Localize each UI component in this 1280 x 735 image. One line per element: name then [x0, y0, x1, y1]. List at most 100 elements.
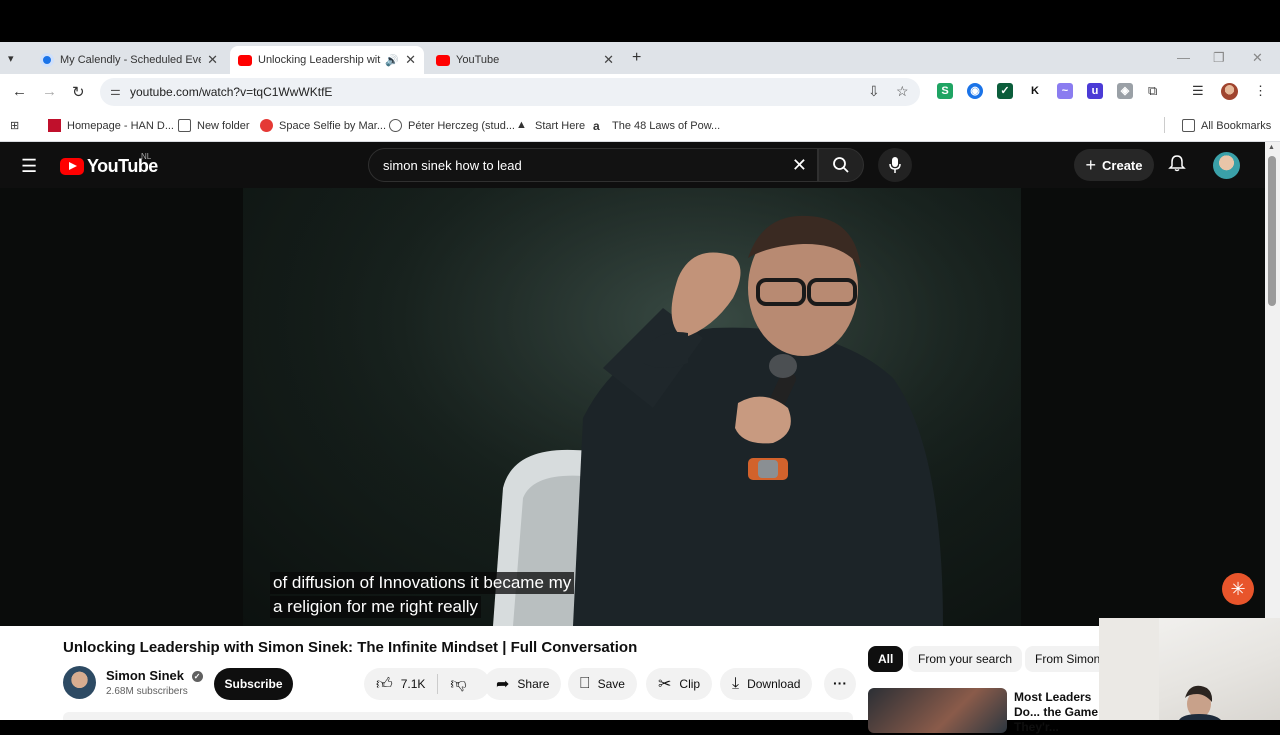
bookmark-start-here[interactable]: ▲ Start Here	[516, 119, 585, 132]
extension-icon[interactable]: ◈	[1117, 83, 1133, 99]
bookmarks-bar: ⊞ Homepage - HAN D... New folder Space S…	[0, 110, 1280, 142]
account-avatar[interactable]	[1213, 152, 1240, 179]
close-tab-icon[interactable]: ✕	[603, 52, 614, 68]
more-menu-icon[interactable]: ⋮	[1254, 83, 1267, 99]
profile-avatar[interactable]	[1221, 83, 1238, 100]
download-label: Download	[747, 677, 801, 691]
clip-label: Clip	[679, 677, 701, 691]
tab-youtube-home[interactable]: YouTube ✕	[428, 46, 622, 74]
search-icon	[833, 157, 849, 173]
tab-strip: ▾ My Calendly - Scheduled Events ✕ Unloc…	[0, 42, 1280, 74]
tab-search-chevron-icon[interactable]: ▾	[8, 52, 14, 65]
youtube-header: ☰ YouTube NL simon sinek how to lead ✕ +…	[0, 142, 1265, 188]
all-bookmarks[interactable]: All Bookmarks	[1182, 119, 1271, 132]
like-button[interactable]: 👍︎ 7.1K	[364, 668, 437, 700]
apps-grid-icon[interactable]: ⊞	[10, 119, 19, 132]
search-box[interactable]: simon sinek how to lead ✕	[368, 148, 818, 182]
clip-button[interactable]: ✂ Clip	[646, 668, 713, 700]
verified-badge-icon: ✓	[191, 671, 203, 682]
restore-icon[interactable]: ❐	[1213, 50, 1225, 66]
voice-search-button[interactable]	[878, 148, 912, 182]
tab-title: YouTube	[456, 54, 500, 66]
search-input[interactable]: simon sinek how to lead	[383, 158, 522, 173]
bookmark-label: The 48 Laws of Pow...	[612, 119, 721, 132]
site-info-icon[interactable]: ⚌	[110, 84, 121, 98]
folder-icon	[1182, 119, 1195, 132]
extension-icon[interactable]: ~	[1057, 83, 1073, 99]
search-button[interactable]	[818, 148, 864, 182]
download-button[interactable]: ⤓ Download	[720, 668, 813, 700]
tab-title: Unlocking Leadership with Simon Sinek	[258, 54, 381, 66]
bookmark-star-icon[interactable]: ☆	[896, 83, 909, 100]
amazon-icon: a	[593, 119, 600, 133]
channel-name[interactable]: Simon Sinek	[106, 668, 184, 683]
close-window-icon[interactable]: ✕	[1252, 50, 1263, 66]
scroll-up-arrow-icon[interactable]: ▲	[1268, 144, 1275, 151]
floating-assistant-button[interactable]: ✳	[1222, 573, 1254, 605]
channel-name-row[interactable]: Simon Sinek ✓	[106, 668, 203, 683]
minimize-icon[interactable]: —	[1177, 50, 1190, 65]
han-icon	[48, 119, 61, 132]
close-tab-icon[interactable]: ✕	[405, 52, 416, 68]
extensions-puzzle-icon[interactable]: ⧉	[1148, 83, 1157, 99]
save-button[interactable]: ⎕ Save	[568, 668, 637, 700]
bookmark-new-folder[interactable]: New folder	[178, 119, 250, 132]
webcam-person-illustration	[1099, 618, 1221, 720]
share-button[interactable]: ➦ Share	[484, 668, 562, 700]
extension-icon[interactable]: u	[1087, 83, 1103, 99]
extension-icon[interactable]: K	[1027, 83, 1043, 99]
bookmark-48-laws[interactable]: a The 48 Laws of Pow...	[593, 119, 721, 133]
notifications-bell-icon[interactable]	[1168, 154, 1186, 177]
bookmark-han[interactable]: Homepage - HAN D...	[48, 119, 174, 132]
close-tab-icon[interactable]: ✕	[207, 52, 218, 68]
back-icon[interactable]: ←	[12, 83, 27, 100]
subscriber-count: 2.68M subscribers	[106, 686, 188, 697]
reload-icon[interactable]: ↻	[72, 83, 85, 101]
country-code: NL	[141, 152, 152, 161]
chip-from-simon[interactable]: From Simon	[1025, 646, 1111, 672]
youtube-page: ☰ YouTube NL simon sinek how to lead ✕ +…	[0, 142, 1265, 720]
youtube-logo[interactable]: YouTube NL	[60, 152, 158, 177]
caption-line: of diffusion of Innovations it became my	[270, 572, 575, 594]
screen-top-letterbox	[0, 0, 1280, 42]
video-title: Unlocking Leadership with Simon Sinek: T…	[63, 639, 638, 656]
webcam-overlay	[1099, 618, 1280, 720]
forward-icon[interactable]: →	[42, 83, 57, 100]
subscribe-button[interactable]: Subscribe	[214, 668, 293, 700]
media-controls-icon[interactable]: ☰	[1192, 83, 1204, 99]
recommendation-thumbnail[interactable]	[868, 688, 1007, 733]
create-label: Create	[1102, 157, 1143, 173]
video-frame[interactable]	[243, 188, 1021, 626]
clear-search-icon[interactable]: ✕	[792, 155, 807, 176]
tab-calendly[interactable]: My Calendly - Scheduled Events ✕	[32, 46, 226, 74]
video-scene-illustration	[243, 188, 1021, 626]
dislike-button[interactable]: 👎︎	[438, 668, 478, 700]
new-tab-button[interactable]: +	[632, 49, 641, 67]
install-app-icon[interactable]: ⇩	[868, 83, 880, 100]
like-dislike-group: 👍︎ 7.1K 👎︎	[364, 668, 490, 700]
calendly-favicon-icon	[40, 53, 54, 67]
address-bar[interactable]: ⚌ youtube.com/watch?v=tqC1WwWKtfE ⇩ ☆	[100, 78, 920, 106]
folder-icon	[178, 119, 191, 132]
tab-title: My Calendly - Scheduled Events	[60, 54, 201, 66]
chip-from-your-search[interactable]: From your search	[908, 646, 1023, 672]
more-actions-button[interactable]: ···	[824, 668, 856, 700]
url-text[interactable]: youtube.com/watch?v=tqC1WwWKtfE	[130, 85, 332, 99]
recommendation-title[interactable]: Most Leaders Do... the Game They'r...	[1014, 690, 1100, 735]
chip-all[interactable]: All	[868, 646, 904, 672]
bookmark-label: Péter Herczeg (stud...	[408, 119, 515, 132]
bookmark-space-selfie[interactable]: Space Selfie by Mar...	[260, 119, 386, 132]
scrollbar-thumb[interactable]	[1268, 156, 1276, 306]
tab-youtube-video[interactable]: Unlocking Leadership with Simon Sinek 🔊 …	[230, 46, 424, 74]
create-button[interactable]: + Create	[1074, 149, 1154, 181]
extension-icon[interactable]: ◉	[967, 83, 983, 99]
video-player[interactable]: of diffusion of Innovations it became my…	[0, 188, 1265, 626]
audio-playing-icon[interactable]: 🔊	[385, 54, 399, 67]
extension-icon[interactable]: S	[937, 83, 953, 99]
bookmark-label: Homepage - HAN D...	[67, 119, 174, 132]
bookmark-peter-herczeg[interactable]: Péter Herczeg (stud...	[389, 119, 515, 132]
menu-hamburger-icon[interactable]: ☰	[21, 156, 37, 177]
extension-icon[interactable]: ✓	[997, 83, 1013, 99]
bookmark-icon: ⎕	[580, 675, 590, 692]
channel-avatar[interactable]	[63, 666, 96, 699]
